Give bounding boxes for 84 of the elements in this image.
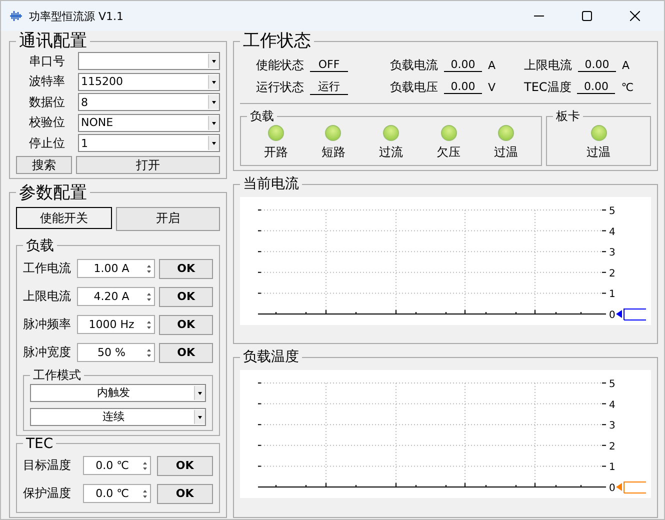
spin-field[interactable]: 1000 Hz bbox=[77, 315, 156, 334]
spin-field[interactable]: 1.00 A bbox=[77, 259, 156, 278]
y-tick-label: 5 bbox=[608, 379, 615, 390]
y-tick-label: 4 bbox=[608, 226, 615, 238]
y-tick-label: 0 bbox=[608, 483, 615, 494]
field-label: 脉冲频率 bbox=[23, 316, 72, 333]
field-label: 波特率 bbox=[28, 73, 66, 90]
y-tick-label: 1 bbox=[608, 462, 615, 474]
indicator-label: 过流 bbox=[378, 144, 403, 161]
reading-value: 0.00 bbox=[578, 58, 616, 72]
dropdown[interactable]: 1 bbox=[78, 134, 220, 152]
indicator-label: 短路 bbox=[321, 144, 346, 161]
spin-field[interactable]: 4.20 A bbox=[77, 287, 156, 306]
ok-button[interactable]: OK bbox=[159, 258, 213, 278]
field-label: 数据位 bbox=[28, 94, 66, 111]
reading-value: 0.00 bbox=[444, 58, 482, 72]
reading-label: 负载电压 bbox=[390, 78, 438, 96]
cursor-marker[interactable] bbox=[616, 308, 646, 320]
indicator-label: 欠压 bbox=[436, 144, 461, 161]
waveform-icon bbox=[9, 11, 23, 21]
dropdown[interactable]: 115200 bbox=[78, 72, 220, 91]
indicator-label: 开路 bbox=[264, 144, 288, 161]
field-label: 校验位 bbox=[28, 114, 66, 132]
dropdown[interactable] bbox=[78, 52, 220, 70]
dropdown[interactable]: 内触发 bbox=[30, 384, 206, 402]
window-title: 功率型恒流源 V1.1 bbox=[29, 8, 124, 24]
ok-button[interactable]: OK bbox=[159, 314, 213, 334]
group-title: 当前电流 bbox=[242, 175, 300, 193]
ok-button[interactable]: OK bbox=[156, 484, 213, 504]
field-label: 停止位 bbox=[28, 134, 66, 152]
spin-field[interactable]: 0.0 ℃ bbox=[83, 484, 151, 503]
enable-button[interactable]: 开启 bbox=[116, 206, 220, 230]
group-title: 板卡 bbox=[555, 108, 581, 125]
field-label: 保护温度 bbox=[23, 485, 72, 502]
field-label: 工作电流 bbox=[23, 260, 72, 277]
field-label: 目标温度 bbox=[23, 457, 72, 474]
switch-label: 使能开关 bbox=[16, 206, 112, 228]
y-tick-label: 5 bbox=[608, 206, 615, 217]
y-tick-label: 1 bbox=[608, 289, 615, 300]
spin-field[interactable]: 50 % bbox=[77, 343, 156, 362]
search-button[interactable]: 搜索 bbox=[16, 156, 72, 174]
dropdown[interactable]: NONE bbox=[78, 114, 220, 132]
reading-label: 上限电流 bbox=[524, 56, 572, 74]
group-title: 参数配置 bbox=[18, 182, 88, 202]
unit-label: V bbox=[488, 80, 496, 94]
close-icon[interactable] bbox=[630, 11, 640, 21]
indicator-label: 过温 bbox=[586, 144, 610, 161]
spin-field[interactable]: 0.0 ℃ bbox=[83, 456, 151, 475]
ok-button[interactable]: OK bbox=[159, 286, 213, 306]
y-tick-label: 3 bbox=[608, 248, 615, 259]
ok-button[interactable]: OK bbox=[159, 342, 213, 362]
reading-value: 0.00 bbox=[577, 80, 616, 94]
reading-value: 运行 bbox=[310, 79, 348, 95]
reading-label: TEC温度 bbox=[524, 78, 572, 96]
reading-label: 运行状态 bbox=[256, 78, 304, 96]
field-label: 串口号 bbox=[28, 52, 66, 70]
unit-label: A bbox=[622, 58, 630, 72]
maximize-icon[interactable] bbox=[582, 11, 592, 21]
dropdown[interactable]: 8 bbox=[78, 93, 220, 112]
group-title: 负载 bbox=[25, 236, 55, 254]
y-tick-label: 0 bbox=[608, 310, 615, 321]
group-title: TEC bbox=[25, 436, 54, 452]
reading-value: OFF bbox=[310, 58, 348, 72]
unit-label: ℃ bbox=[621, 80, 634, 94]
reading-label: 负载电流 bbox=[390, 56, 438, 74]
field-label: 上限电流 bbox=[23, 288, 72, 305]
open-button[interactable]: 打开 bbox=[76, 156, 220, 174]
group-title: 工作状态 bbox=[242, 31, 312, 51]
y-tick-label: 4 bbox=[608, 400, 615, 412]
reading-value: 0.00 bbox=[444, 80, 482, 94]
y-tick-label: 3 bbox=[608, 420, 615, 432]
dropdown[interactable]: 连续 bbox=[30, 408, 206, 426]
unit-label: A bbox=[488, 58, 496, 72]
cursor-marker[interactable] bbox=[616, 482, 646, 494]
indicator-label: 过温 bbox=[494, 144, 518, 161]
field-label: 脉冲宽度 bbox=[23, 344, 72, 361]
group-title: 负载 bbox=[249, 108, 275, 125]
group-title: 通讯配置 bbox=[18, 31, 88, 51]
y-tick-label: 2 bbox=[608, 442, 615, 453]
group-title: 负载温度 bbox=[242, 348, 300, 366]
group-title: 工作模式 bbox=[32, 366, 82, 384]
y-tick-label: 2 bbox=[608, 268, 615, 280]
ok-button[interactable]: OK bbox=[156, 456, 213, 476]
reading-label: 使能状态 bbox=[256, 56, 304, 74]
